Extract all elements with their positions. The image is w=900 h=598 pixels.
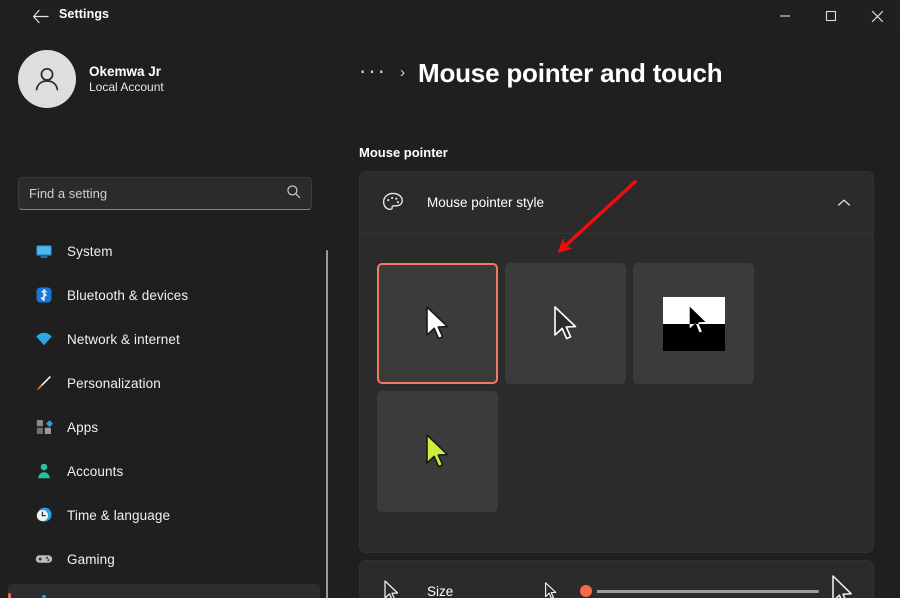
sidebar-item-label: Network & internet	[67, 332, 180, 347]
breadcrumb-separator-icon: ›	[400, 64, 405, 83]
sidebar-item-label: System	[67, 244, 113, 259]
pointer-style-tile-inverted[interactable]	[633, 263, 754, 384]
profile-name: Okemwa Jr	[89, 64, 164, 79]
sidebar-item-label: Gaming	[67, 552, 115, 567]
slider-thumb[interactable]	[575, 580, 597, 598]
sidebar-item-time-language[interactable]: Time & language	[8, 496, 320, 534]
palette-icon	[380, 190, 406, 216]
paintbrush-icon	[35, 374, 53, 392]
sidebar-item-label: Time & language	[67, 508, 170, 523]
page-title: Mouse pointer and touch	[418, 58, 723, 89]
cursor-preview-small-icon	[543, 581, 561, 598]
apps-icon	[35, 418, 53, 436]
pointer-size-slider[interactable]	[575, 580, 819, 598]
pointer-size-card: Size	[359, 560, 874, 598]
pointer-style-tile-black[interactable]	[505, 263, 626, 384]
sidebar-item-label: Accounts	[67, 464, 123, 479]
accessibility-icon	[35, 594, 53, 598]
size-label: Size	[427, 584, 537, 598]
close-button[interactable]	[854, 0, 900, 32]
sidebar-item-gaming[interactable]: Gaming	[8, 540, 320, 578]
sidebar-item-network-internet[interactable]: Network & internet	[8, 320, 320, 358]
sidebar-item-label: Apps	[67, 420, 98, 435]
pointer-style-tile-custom[interactable]	[377, 391, 498, 512]
chevron-up-icon[interactable]	[833, 192, 855, 214]
sidebar-item-personalization[interactable]: Personalization	[8, 364, 320, 402]
sidebar-scrollbar[interactable]	[326, 250, 328, 598]
minimize-button[interactable]	[762, 0, 808, 32]
sidebar-nav: System Bluetooth & devices Network & int…	[8, 232, 320, 598]
avatar	[18, 50, 76, 108]
sidebar-item-system[interactable]: System	[8, 232, 320, 270]
sidebar-item-label: Personalization	[67, 376, 161, 391]
profile-account-type: Local Account	[89, 80, 164, 94]
search-input[interactable]	[29, 186, 286, 201]
monitor-icon	[35, 242, 53, 260]
main-content: ··· › Mouse pointer and touch Mouse poin…	[332, 32, 900, 598]
mouse-pointer-style-title: Mouse pointer style	[427, 195, 833, 210]
maximize-button[interactable]	[808, 0, 854, 32]
breadcrumb-overflow-button[interactable]: ···	[359, 60, 387, 88]
profile-block[interactable]: Okemwa Jr Local Account	[18, 50, 164, 108]
gamepad-icon	[35, 550, 53, 568]
mouse-pointer-style-header[interactable]: Mouse pointer style	[360, 172, 873, 234]
sidebar: Okemwa Jr Local Account System	[0, 32, 332, 598]
back-arrow-icon[interactable]	[26, 3, 54, 29]
sidebar-item-accessibility[interactable]: Accessibility	[8, 584, 320, 598]
cursor-small-icon	[382, 579, 404, 598]
person-icon	[35, 462, 53, 480]
search-box[interactable]	[18, 177, 312, 210]
sidebar-item-apps[interactable]: Apps	[8, 408, 320, 446]
window-title: Settings	[59, 7, 109, 21]
title-bar: Settings	[0, 0, 900, 32]
sidebar-item-bluetooth-devices[interactable]: Bluetooth & devices	[8, 276, 320, 314]
section-label: Mouse pointer	[359, 145, 448, 160]
wifi-icon	[35, 330, 53, 348]
slider-track	[593, 590, 819, 593]
settings-window: Settings Okemwa Jr Local Account	[0, 0, 900, 598]
clock-icon	[35, 506, 53, 524]
pointer-style-tile-white[interactable]	[377, 263, 498, 384]
pointer-size-row: Size	[360, 561, 873, 598]
sidebar-item-accounts[interactable]: Accounts	[8, 452, 320, 490]
cursor-large-icon	[829, 574, 859, 598]
pointer-style-tiles	[377, 263, 777, 512]
bluetooth-icon	[35, 286, 53, 304]
breadcrumb: ··· › Mouse pointer and touch	[359, 58, 723, 89]
search-icon	[286, 184, 301, 204]
mouse-pointer-style-card: Mouse pointer style	[359, 171, 874, 553]
sidebar-item-label: Bluetooth & devices	[67, 288, 188, 303]
